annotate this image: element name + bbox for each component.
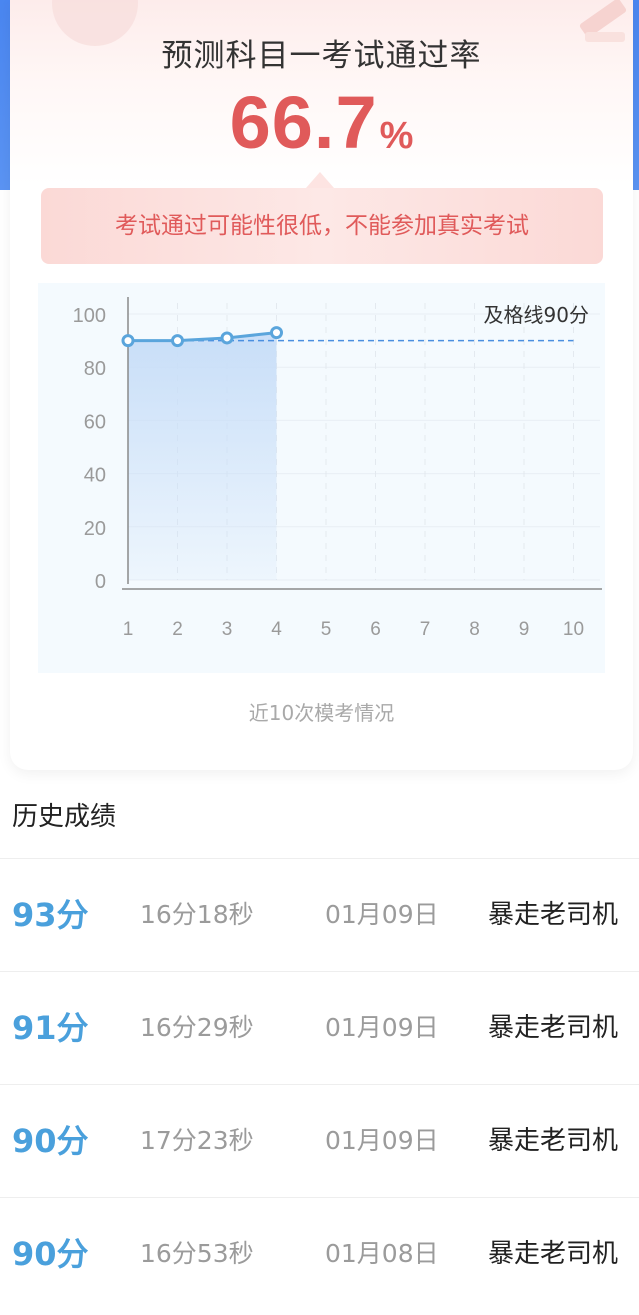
score-chart-svg: 0 20 40 60 80 100 1 2 3 4 5 6 7 8 9 10 及格线90分: [73, 297, 602, 640]
pass-rate-unit: %: [379, 115, 414, 157]
pass-rate-value: 66.7: [229, 81, 378, 164]
duration-value: 16分29秒: [140, 1013, 254, 1042]
data-point: [220, 331, 234, 345]
warning-banner: 考试通过可能性很低，不能参加真实考试: [41, 188, 603, 264]
date-value: 01月08日: [325, 1239, 439, 1268]
prediction-card: 预测科目一考试通过率 66.7% 考试通过可能性很低，不能参加真实考试 0 20 4…: [10, 0, 633, 770]
history-row[interactable]: 90分 17分23秒 01月09日 暴走老司机: [0, 1084, 639, 1197]
pass-line-label: 及格线90分: [484, 303, 589, 327]
mode-label: 暴走老司机: [488, 1013, 619, 1043]
history-section-title: 历史成绩: [12, 802, 117, 832]
x-tick-label: 9: [519, 619, 530, 640]
series-area: [128, 332, 277, 580]
score-value: 91分: [12, 1009, 89, 1047]
x-tick-label: 2: [172, 619, 183, 640]
duration-value: 17分23秒: [140, 1126, 254, 1155]
warning-notch: [306, 172, 334, 188]
page-title: 预测科目一考试通过率: [161, 38, 482, 74]
x-tick-label: 3: [222, 619, 233, 640]
x-tick-label: 5: [321, 619, 332, 640]
x-tick-label: 6: [370, 619, 381, 640]
y-tick-label: 40: [84, 465, 106, 487]
mode-label: 暴走老司机: [488, 1126, 619, 1156]
duration-value: 16分53秒: [140, 1239, 254, 1268]
x-tick-label: 1: [123, 619, 134, 640]
x-tick-label: 7: [420, 619, 431, 640]
date-value: 01月09日: [325, 900, 439, 929]
x-tick-label: 10: [563, 619, 584, 640]
history-row[interactable]: 93分 16分18秒 01月09日 暴走老司机: [0, 858, 639, 971]
date-value: 01月09日: [325, 1126, 439, 1155]
duration-value: 16分18秒: [140, 900, 254, 929]
score-value: 90分: [12, 1122, 89, 1160]
history-row[interactable]: 91分 16分29秒 01月09日 暴走老司机: [0, 971, 639, 1084]
y-tick-label: 20: [84, 518, 106, 540]
pass-rate: 66.7%: [10, 80, 633, 165]
data-point: [270, 326, 283, 340]
y-tick-label: 60: [84, 411, 106, 433]
y-tick-label: 100: [73, 305, 106, 327]
date-value: 01月09日: [325, 1013, 439, 1042]
data-point: [121, 334, 135, 348]
y-tick-label: 80: [84, 358, 106, 380]
chart-caption: 近10次模考情况: [248, 701, 395, 725]
mode-label: 暴走老司机: [488, 900, 619, 930]
score-chart: 0 20 40 60 80 100 1 2 3 4 5 6 7 8 9 10 及格线90分: [38, 283, 605, 673]
mode-label: 暴走老司机: [488, 1239, 619, 1269]
data-point: [171, 334, 184, 348]
score-value: 93分: [12, 896, 89, 934]
y-tick-label: 0: [95, 571, 106, 593]
x-tick-label: 4: [271, 619, 282, 640]
history-row[interactable]: 90分 16分53秒 01月08日 暴走老司机: [0, 1197, 639, 1310]
history-list: 93分 16分18秒 01月09日 暴走老司机 91分 16分29秒 01月09日 暴走老司机…: [0, 858, 639, 1310]
score-value: 90分: [12, 1235, 89, 1273]
x-tick-label: 8: [469, 619, 480, 640]
